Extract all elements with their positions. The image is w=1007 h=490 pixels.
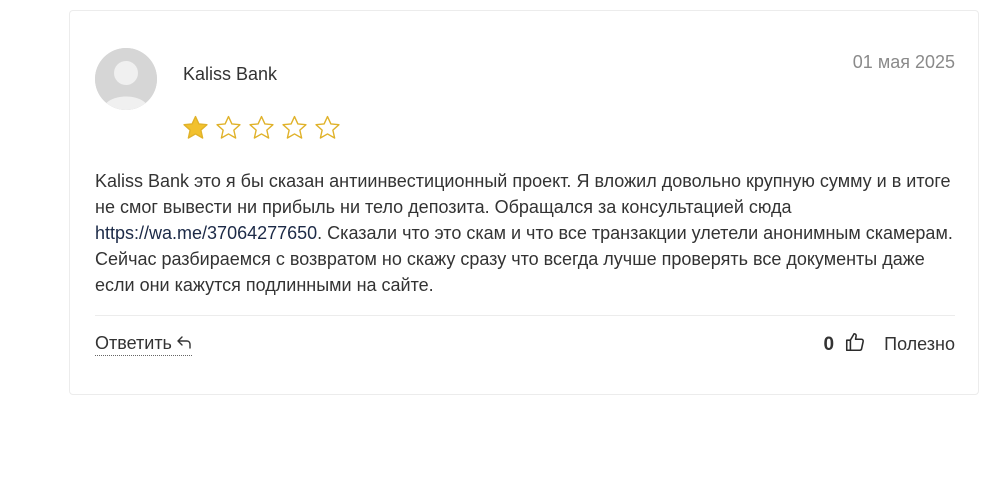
star-icon-3 bbox=[247, 114, 276, 142]
review-date: 01 мая 2025 bbox=[852, 52, 955, 72]
useful-label[interactable]: Полезно bbox=[884, 334, 955, 355]
star-icon-4 bbox=[280, 114, 309, 142]
review-text: Kaliss Bank это я бы сказан антиинвестиц… bbox=[95, 168, 955, 298]
useful-count: 0 bbox=[823, 333, 835, 355]
rating-stars bbox=[181, 114, 342, 142]
review-link[interactable]: https://wa.me/37064277650 bbox=[95, 223, 317, 243]
review-text-part-1: Kaliss Bank это я бы сказан антиинвестиц… bbox=[95, 171, 951, 217]
avatar bbox=[95, 48, 157, 110]
divider bbox=[95, 315, 955, 316]
reply-label: Ответить bbox=[95, 333, 172, 353]
star-icon-5 bbox=[313, 114, 342, 142]
review-author: Kaliss Bank bbox=[183, 64, 278, 84]
user-silhouette-icon bbox=[95, 48, 157, 110]
star-icon-2 bbox=[214, 114, 243, 142]
reply-button[interactable]: Ответить bbox=[95, 333, 192, 356]
star-icon-1 bbox=[181, 114, 210, 142]
reply-arrow-icon bbox=[176, 333, 192, 354]
review-card: Kaliss Bank 01 мая 2025 Kaliss Bank это … bbox=[69, 10, 979, 395]
thumbs-up-icon[interactable] bbox=[844, 331, 866, 358]
useful-vote: 0 Полезно bbox=[824, 331, 955, 358]
